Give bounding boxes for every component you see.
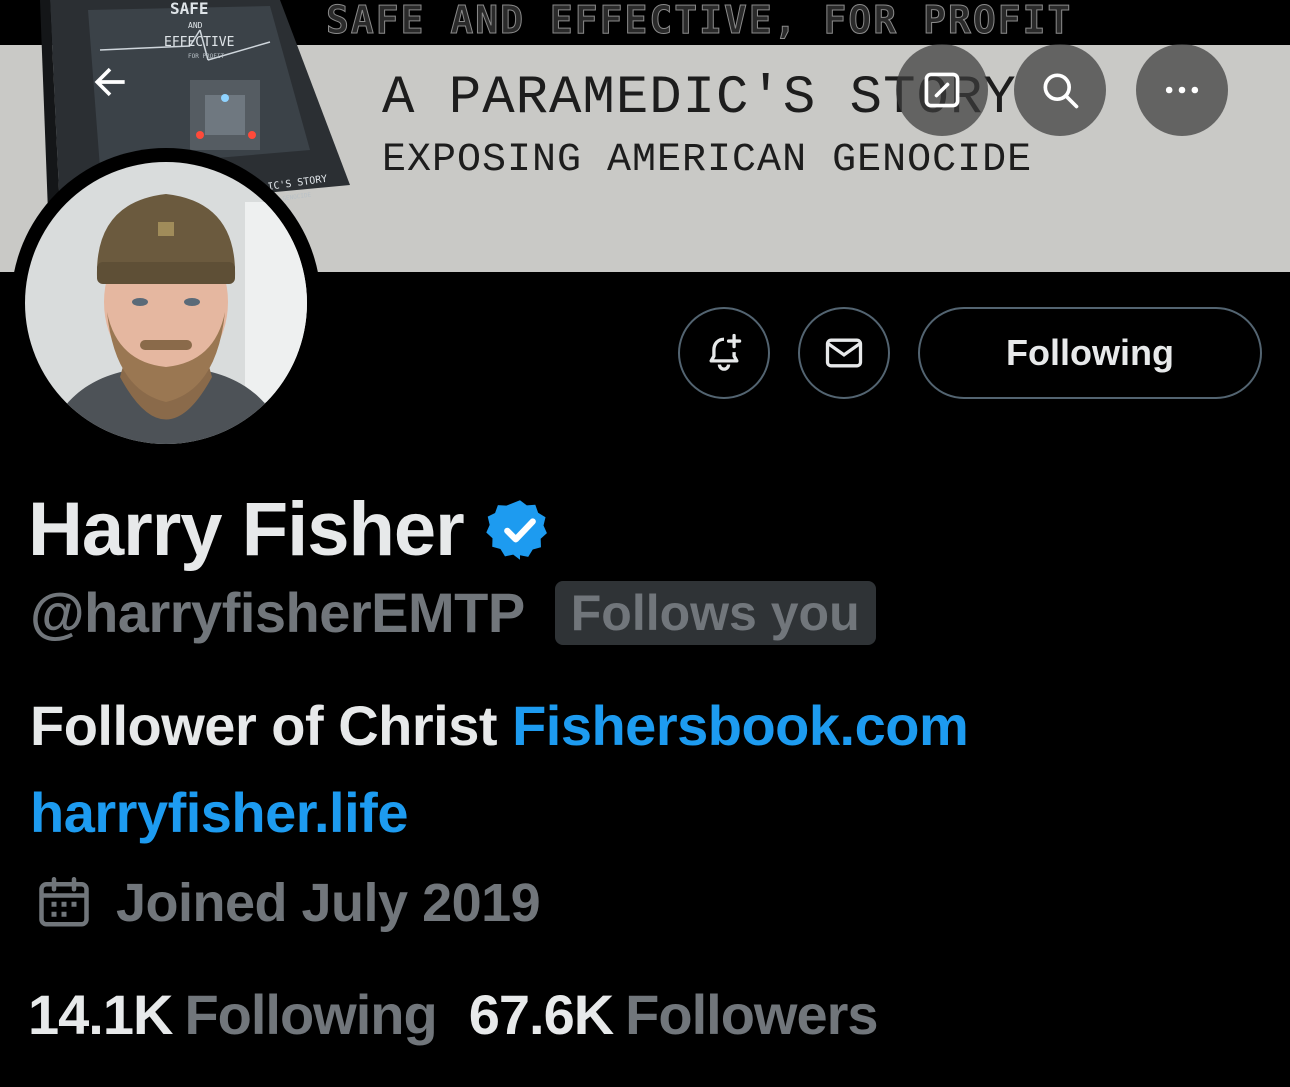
envelope-icon — [825, 338, 863, 368]
website-link[interactable]: harryfisher.life — [30, 780, 408, 845]
book-cover-effective: EFFECTIVE — [164, 35, 234, 50]
bell-plus-icon — [709, 333, 742, 371]
joined-row: Joined July 2019 — [34, 872, 541, 934]
bio: Follower of Christ Fishersbook.com — [30, 693, 969, 758]
back-button[interactable] — [64, 36, 156, 128]
edit-icon — [924, 72, 960, 108]
followers-stat[interactable]: 67.6K Followers — [468, 982, 879, 1047]
user-handle: @harryfisherEMTP — [30, 581, 525, 644]
handle-row: @harryfisherEMTP Follows you — [30, 580, 876, 645]
followers-count: 67.6K — [468, 983, 614, 1046]
stats-row: 14.1K Following 67.6K Followers — [28, 982, 879, 1047]
joined-date: Joined July 2019 — [116, 873, 541, 933]
avatar — [25, 162, 307, 444]
banner-subtitle: EXPOSING AMERICAN GENOCIDE — [382, 138, 1033, 183]
search-button[interactable] — [1014, 44, 1106, 136]
avatar-frame[interactable] — [11, 148, 321, 458]
display-name: Harry Fisher — [28, 487, 465, 572]
arrow-left-icon — [94, 67, 125, 97]
notifications-button[interactable] — [678, 307, 770, 399]
verified-badge-icon[interactable] — [486, 496, 554, 564]
bio-text: Follower of Christ — [30, 694, 498, 757]
book-cover-and: AND — [188, 21, 203, 30]
banner-top-text: SAFE AND EFFECTIVE, FOR PROFIT — [326, 0, 1073, 43]
following-label: Following — [184, 983, 437, 1046]
bio-link[interactable]: Fishersbook.com — [512, 694, 969, 757]
following-stat[interactable]: 14.1K Following — [28, 982, 438, 1047]
more-button[interactable] — [1136, 44, 1228, 136]
follows-you-badge: Follows you — [554, 580, 876, 645]
edit-button[interactable] — [896, 44, 988, 136]
book-cover-tagline: FOR PROFIT — [188, 53, 225, 60]
following-button[interactable]: Following — [918, 307, 1262, 399]
search-icon — [1043, 73, 1079, 109]
display-name-row: Harry Fisher — [28, 486, 554, 573]
more-icon — [1165, 86, 1199, 94]
calendar-icon — [39, 877, 89, 927]
book-cover-title: SAFE — [170, 0, 209, 18]
message-button[interactable] — [798, 307, 890, 399]
following-count: 14.1K — [28, 983, 173, 1046]
followers-label: Followers — [625, 983, 878, 1046]
